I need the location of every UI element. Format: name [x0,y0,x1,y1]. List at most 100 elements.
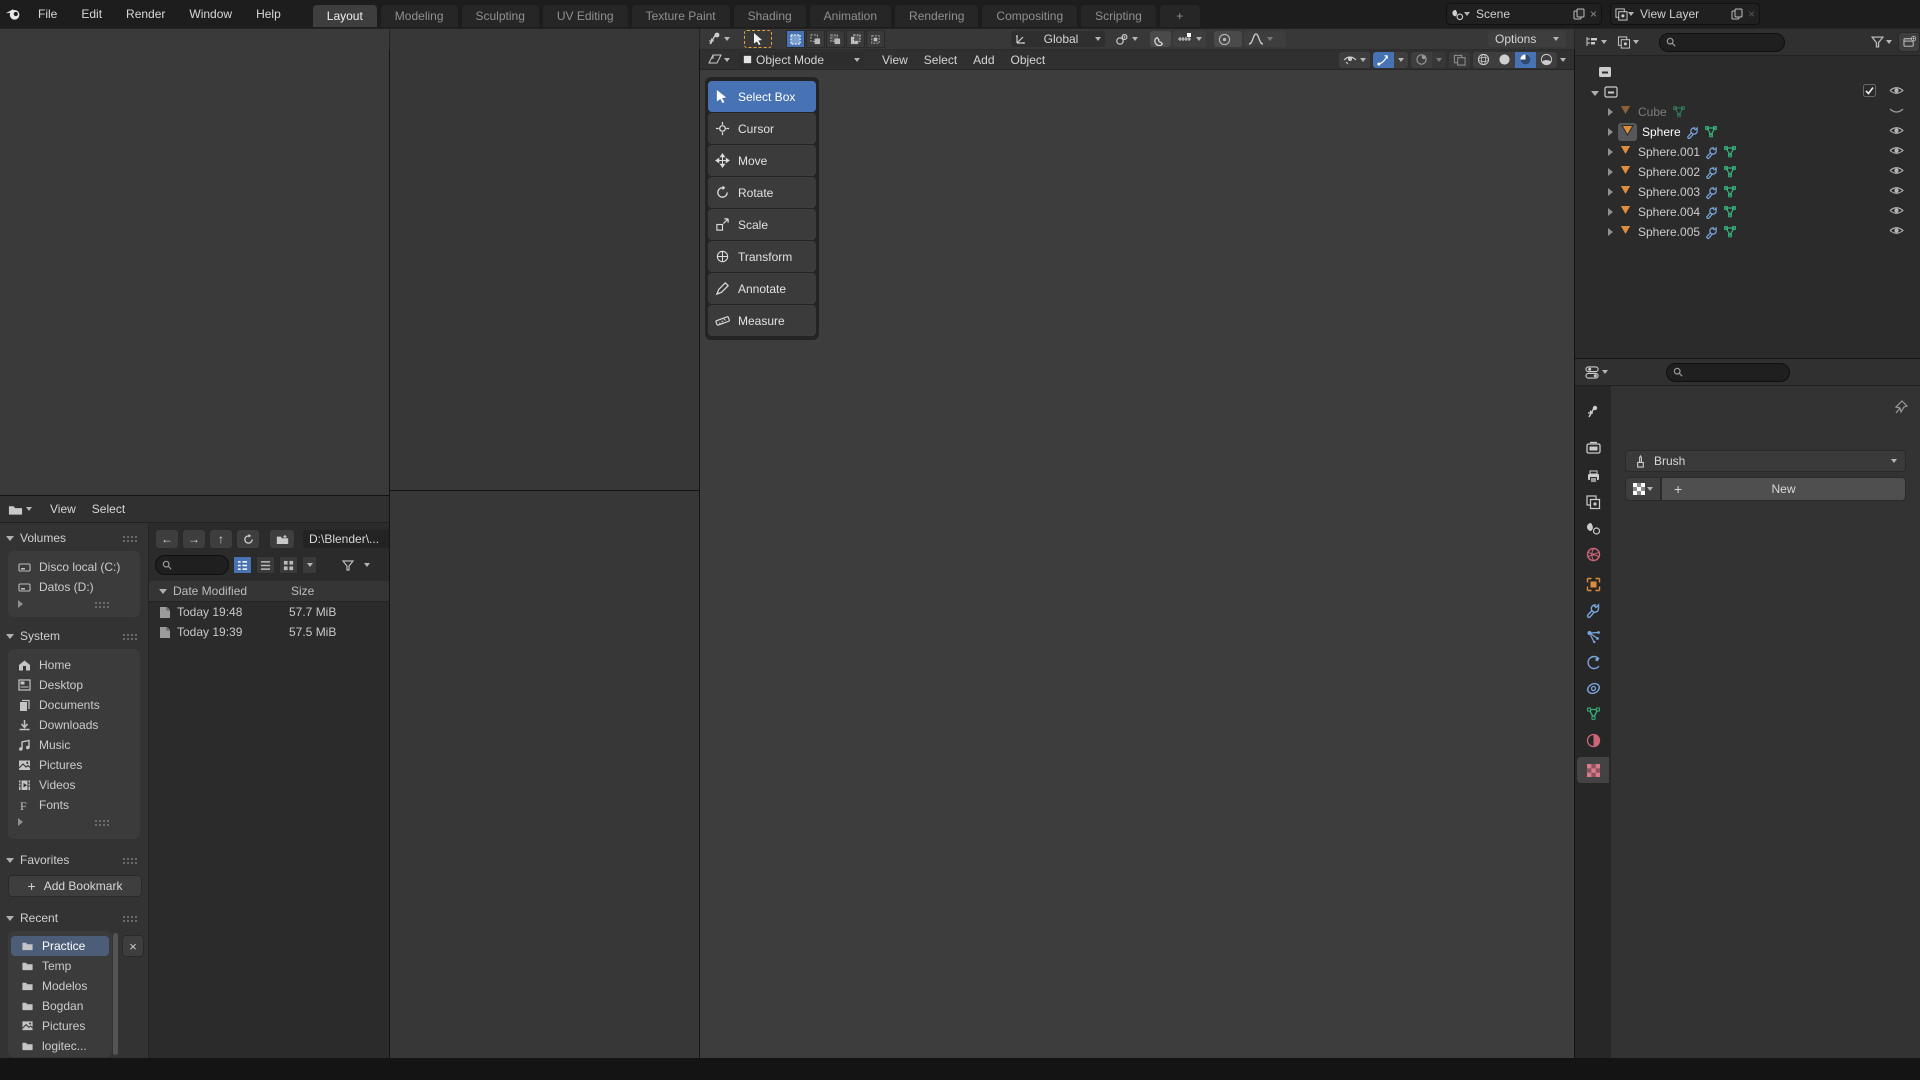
favorites-section-header[interactable]: Favorites [6,853,69,867]
shading-rendered-button[interactable] [1536,52,1557,68]
shading-solid-button[interactable] [1494,52,1515,68]
outliner-filter-dropdown[interactable] [1871,36,1892,48]
tab-rendering[interactable]: Rendering [895,5,978,27]
system-item-home[interactable]: Home [8,655,140,675]
properties-tab-scene[interactable] [1577,515,1609,541]
file-search-input[interactable] [155,555,229,575]
outliner-object-row[interactable]: Sphere.002 [1575,162,1920,182]
expand-icon[interactable] [1608,228,1613,236]
properties-tab-physics[interactable] [1577,649,1609,675]
properties-editor-selector[interactable] [1585,366,1608,379]
properties-tab-object[interactable] [1577,571,1609,597]
snap-to-dropdown[interactable] [1173,31,1206,47]
shading-wireframe-button[interactable] [1473,52,1494,68]
gizmos-dropdown[interactable] [1394,52,1408,68]
hide-toggle-eye-icon[interactable] [1889,145,1904,156]
properties-tab-tool[interactable] [1577,399,1609,425]
outliner-object-row[interactable]: Sphere.001 [1575,142,1920,162]
back-button[interactable]: ← [155,529,179,549]
recent-item[interactable]: logitec... [11,1036,109,1056]
path-field[interactable]: D:\Blender\... [302,529,389,549]
file-row[interactable]: Today 19:39 57.5 MiB [149,622,389,642]
properties-tab-material[interactable] [1577,727,1609,753]
grip-handle[interactable] [122,915,138,922]
snap-target-dropdown[interactable] [1111,31,1142,47]
view-layer-name[interactable]: View Layer [1640,7,1731,21]
menu-help[interactable]: Help [244,0,293,28]
select-mode-intersect-button[interactable] [866,30,885,48]
select-mode-invert-button[interactable] [846,30,865,48]
new-view-layer-icon[interactable] [1731,8,1743,20]
outliner-object-row[interactable]: Cube [1575,102,1920,122]
properties-tab-texture[interactable] [1577,757,1609,783]
pin-icon[interactable] [1894,400,1908,414]
outliner-object-row[interactable]: Sphere [1575,122,1920,142]
select-mode-new-button[interactable] [786,30,805,48]
blender-logo-icon[interactable] [0,7,26,21]
system-item-downloads[interactable]: Downloads [8,715,140,735]
outliner-object-row[interactable]: Sphere.004 [1575,202,1920,222]
expand-icon[interactable] [1608,128,1613,136]
remove-view-layer-icon[interactable]: × [1748,7,1755,21]
select-menu[interactable]: Select [916,53,965,67]
system-item-fonts[interactable]: FFonts [8,795,140,815]
outliner-collection-row[interactable] [1575,82,1920,102]
system-section-header[interactable]: System [6,629,60,643]
grip-handle[interactable] [122,633,138,640]
hide-toggle-eye-icon[interactable] [1889,165,1904,176]
recent-item[interactable]: Pictures [11,1016,109,1036]
tab-shading[interactable]: Shading [734,5,806,27]
recent-item[interactable]: Modelos [11,976,109,996]
proportional-editing-toggle[interactable] [1214,31,1242,47]
file-list-header[interactable]: Date Modified Size [149,581,389,602]
shading-dropdown[interactable] [1560,58,1566,62]
proportional-falloff-dropdown[interactable] [1244,31,1286,47]
outliner-editor-selector[interactable] [1585,36,1607,48]
hide-toggle-eye-icon[interactable] [1889,125,1904,136]
properties-tab-output[interactable] [1577,463,1609,489]
outliner-object-row[interactable]: Sphere.005 [1575,222,1920,242]
recent-item[interactable]: Temp [11,956,109,976]
object-menu[interactable]: Object [1003,53,1054,67]
menu-render[interactable]: Render [114,0,177,28]
tab-scripting[interactable]: Scripting [1081,5,1156,27]
menu-file[interactable]: File [26,0,69,28]
scene-selector[interactable]: Scene × [1446,3,1602,25]
hide-toggle-eye-icon[interactable] [1889,185,1904,196]
refresh-button[interactable] [236,529,260,549]
outliner-object-row[interactable]: Sphere.003 [1575,182,1920,202]
browse-texture-dropdown[interactable] [1625,477,1661,501]
volume-item[interactable]: Disco local (C:) [8,557,140,577]
overlays-dropdown[interactable] [1432,52,1446,68]
scene-name[interactable]: Scene [1476,7,1573,21]
recent-scrollbar[interactable] [113,933,118,1055]
grip-handle[interactable] [94,601,110,608]
tab-modeling[interactable]: Modeling [381,5,458,27]
image-editor-sculpt-column[interactable] [390,29,699,490]
expand-icon[interactable] [1608,188,1613,196]
editor-type-selector[interactable] [708,53,730,66]
recent-section-header[interactable]: Recent [6,911,58,925]
unlink-scene-icon[interactable]: × [1590,7,1597,21]
outliner-display-mode-dropdown[interactable] [1617,36,1639,49]
file-browser-select-menu[interactable]: Select [84,502,133,516]
menu-edit[interactable]: Edit [69,0,114,28]
recent-item[interactable]: Bogdan [11,996,109,1016]
viewport-3d[interactable]: Global [700,29,1574,1058]
properties-tab-view-layer[interactable] [1577,489,1609,515]
add-workspace-button[interactable]: + [1160,5,1200,27]
display-thumbnails-button[interactable] [279,556,298,574]
properties-search-input[interactable] [1666,363,1790,382]
add-bookmark-button[interactable]: + Add Bookmark [8,875,142,897]
hide-toggle-eye-icon[interactable] [1889,225,1904,236]
gizmos-toggle[interactable] [1373,52,1394,68]
system-item-documents[interactable]: Documents [8,695,140,715]
up-button[interactable]: ↑ [209,529,233,549]
mode-dropdown[interactable]: Object Mode [738,52,864,68]
expand-icon[interactable] [1608,168,1613,176]
create-directory-button[interactable] [269,529,295,549]
recent-item[interactable]: Practice [11,936,109,956]
expand-icon[interactable] [18,600,23,608]
properties-tab-object-data[interactable] [1577,701,1609,727]
file-browser-view-menu[interactable]: View [42,502,84,516]
